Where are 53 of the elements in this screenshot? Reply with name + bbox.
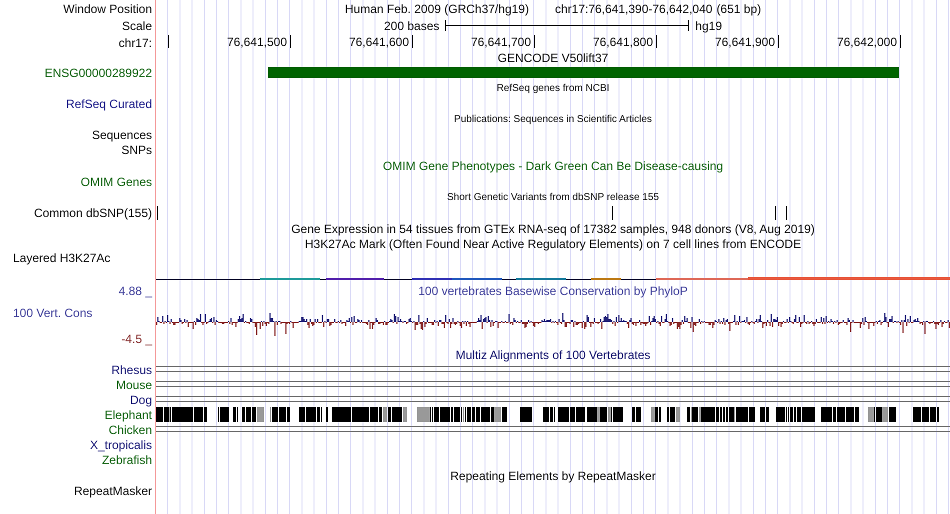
track-label[interactable]: 100 Vert. Cons [13, 298, 92, 320]
track-label[interactable]: ENSG00000289922 [44, 66, 152, 80]
track-title: Short Genetic Variants from dbSNP release 155 [447, 192, 659, 202]
scale-length-text: 200 bases [384, 18, 440, 32]
ruler-label: 76,641,500 [226, 35, 287, 49]
ruler-label: 76,642,000 [836, 35, 897, 49]
species-label[interactable]: Mouse [116, 378, 152, 392]
ruler-label: 76,641,900 [714, 35, 775, 49]
track-title: Repeating Elements by RepeatMasker [450, 468, 656, 482]
ruler-tick [900, 35, 901, 48]
ruler-tick [168, 35, 169, 48]
variant-tick [786, 206, 787, 220]
track-title: 100 vertebrates Basewise Conservation by PhyloP [418, 284, 688, 298]
axis-min-label: -4.5 _ [121, 332, 152, 346]
track-label[interactable]: SNPs [121, 143, 152, 157]
track-label[interactable]: Sequences [92, 128, 152, 142]
track-label[interactable]: Common dbSNP(155) [34, 206, 152, 220]
species-label[interactable]: Chicken [108, 422, 152, 436]
ruler-tick [412, 35, 413, 48]
track-title: GENCODE V50lift37 [498, 51, 608, 65]
track-label[interactable]: RefSeq Curated [66, 96, 152, 110]
axis-max-label: 4.88 _ [118, 284, 152, 298]
position-text: chr17:76,641,390-76,642,040 [554, 2, 712, 16]
track-title: RefSeq genes from NCBI [496, 82, 610, 94]
track-label[interactable]: Layered H3K27Ac [13, 251, 110, 266]
assembly-text: hg19 [695, 18, 722, 32]
row-label: Window Position [63, 2, 152, 16]
ruler-label: 76,641,800 [592, 35, 653, 49]
species-label[interactable]: Dog [130, 392, 152, 406]
track-title: Multiz Alignments of 100 Vertebrates [456, 348, 650, 362]
track-title: H3K27Ac Mark (Often Found Near Active Regulatory Elements) on 7 cell lines from ENCODE [304, 237, 802, 251]
variant-tick [775, 206, 776, 220]
species-label[interactable]: Zebrafish [102, 452, 152, 466]
row-label: chr17: [118, 36, 152, 50]
ruler-tick [656, 35, 657, 48]
track-label[interactable]: RepeatMasker [74, 484, 152, 498]
ruler-tick [534, 35, 535, 48]
species-label[interactable]: Elephant [104, 408, 152, 422]
variant-tick [157, 206, 158, 220]
size-text: (651 bp) [716, 2, 762, 16]
track-title: Gene Expression in 54 tissues from GTEx RNA-seq of 17382 samples, 948 donors (V8, Aug 2019) [291, 222, 815, 236]
ruler-label: 76,641,600 [348, 35, 409, 49]
track-label[interactable]: OMIM Genes [80, 174, 152, 188]
ruler-label: 76,641,700 [470, 35, 531, 49]
variant-tick [612, 206, 613, 220]
track-title: Publications: Sequences in Scientific Articles [454, 114, 652, 124]
track-title: OMIM Gene Phenotypes - Dark Green Can Be Disease-causing [382, 159, 724, 173]
species-label[interactable]: Rhesus [111, 362, 152, 376]
row-label: Scale [122, 18, 152, 32]
ruler-tick [290, 35, 291, 48]
ruler-tick [778, 35, 779, 48]
assembly-title: Human Feb. 2009 (GRCh37/hg19) [344, 2, 529, 16]
species-label[interactable]: X_tropicalis [90, 438, 152, 452]
